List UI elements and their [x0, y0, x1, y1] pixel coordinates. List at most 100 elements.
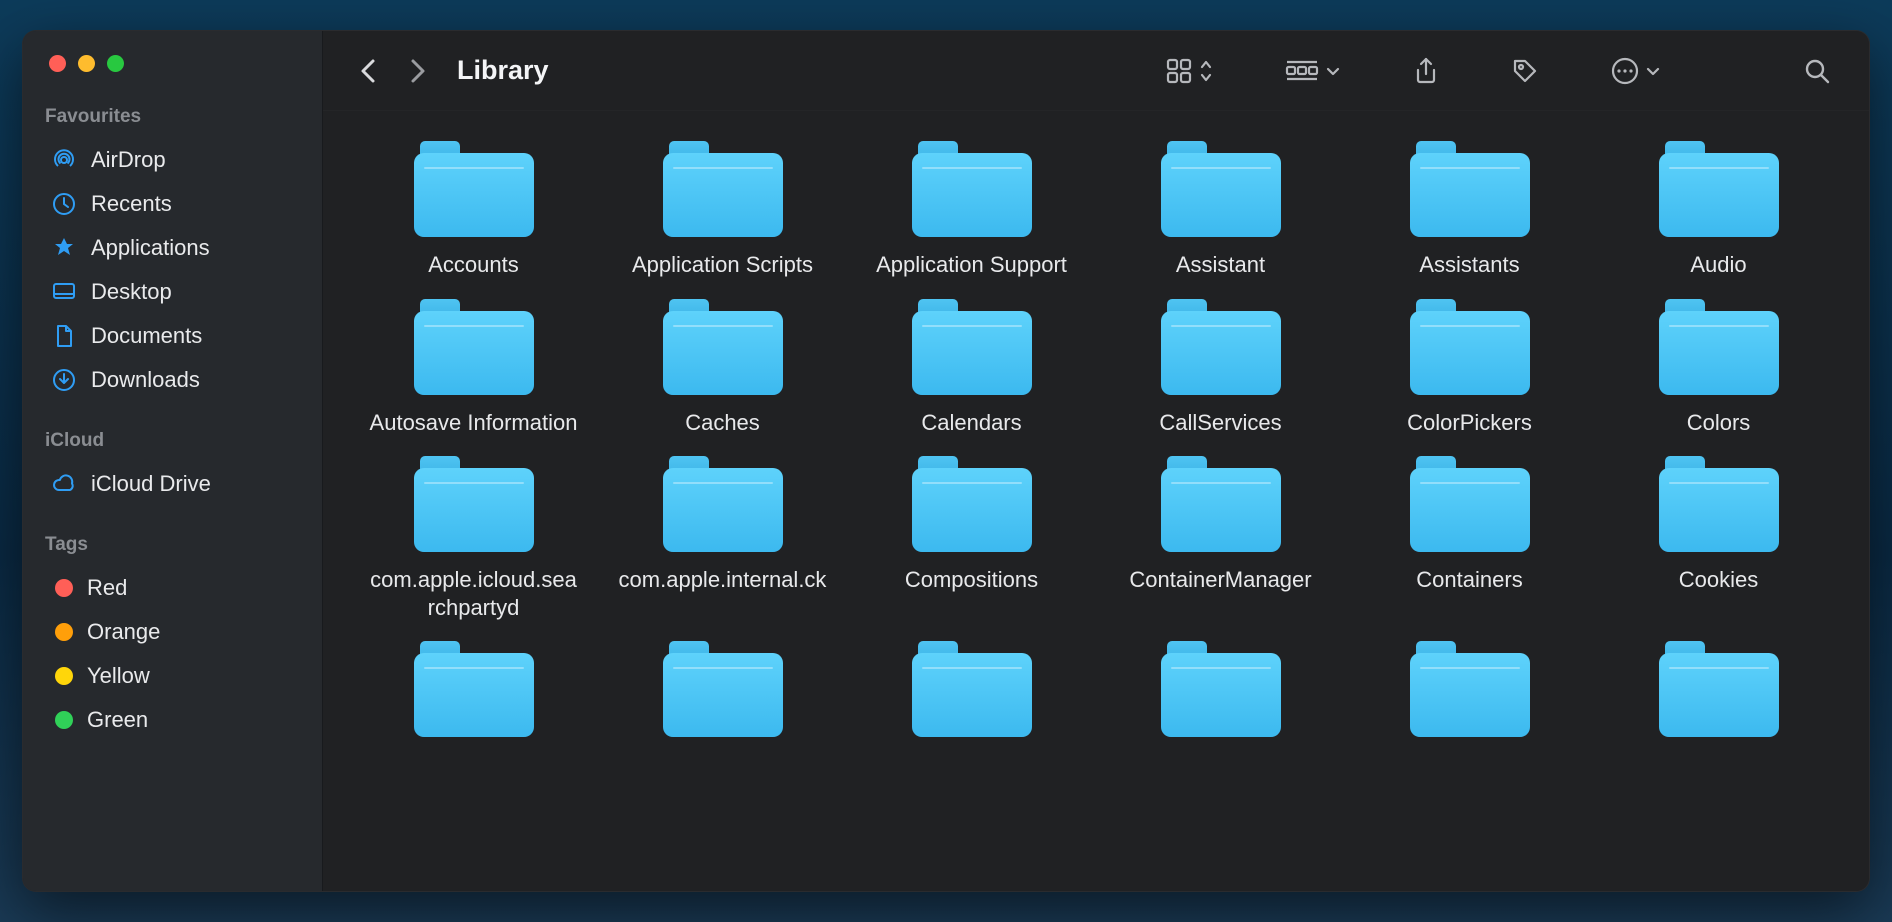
folder-item[interactable]: Application Support: [857, 141, 1086, 279]
back-button[interactable]: [351, 53, 387, 89]
recents-icon: [51, 191, 77, 217]
chevron-down-icon: [1325, 63, 1341, 79]
folder-label: Caches: [685, 409, 760, 437]
folder-item[interactable]: Caches: [608, 299, 837, 437]
finder-window: Favourites AirDrop Recents Applications Desk…: [22, 30, 1870, 892]
folder-item[interactable]: Colors: [1604, 299, 1833, 437]
folder-icon: [414, 641, 534, 737]
folder-item[interactable]: Compositions: [857, 456, 1086, 594]
folder-icon: [1659, 456, 1779, 552]
folder-icon: [414, 299, 534, 395]
folder-label: Application Scripts: [632, 251, 813, 279]
folder-icon: [912, 641, 1032, 737]
share-button[interactable]: [1403, 50, 1449, 92]
folder-label: Assistants: [1419, 251, 1519, 279]
sidebar-section: iCloudiCloud Drive: [23, 426, 322, 530]
folder-icon: [912, 456, 1032, 552]
folder-label: Audio: [1690, 251, 1746, 279]
folder-label: com.apple.internal.ck: [619, 566, 827, 594]
folder-item[interactable]: Assistant: [1106, 141, 1335, 279]
tag-icon: [1511, 57, 1539, 85]
sidebar-item-airdrop[interactable]: AirDrop: [29, 138, 316, 182]
folder-label: CallServices: [1159, 409, 1281, 437]
minimize-window-button[interactable]: [78, 55, 95, 72]
sidebar-item-desktop[interactable]: Desktop: [29, 270, 316, 314]
folder-label: Colors: [1687, 409, 1751, 437]
tag-dot-icon: [55, 579, 73, 597]
folder-icon: [414, 456, 534, 552]
folder-icon: [663, 141, 783, 237]
folder-item[interactable]: ColorPickers: [1355, 299, 1584, 437]
folder-item[interactable]: Calendars: [857, 299, 1086, 437]
sidebar-item-orange[interactable]: Orange: [29, 610, 316, 654]
folder-item[interactable]: com.apple.icloud.searchpartyd: [359, 456, 588, 621]
folder-icon: [414, 141, 534, 237]
view-mode-button[interactable]: [1155, 51, 1223, 91]
folder-icon: [1410, 641, 1530, 737]
chevron-down-icon: [1645, 63, 1661, 79]
folder-label: Containers: [1416, 566, 1522, 594]
folder-item[interactable]: Audio: [1604, 141, 1833, 279]
sidebar-item-label: Downloads: [91, 367, 200, 393]
folder-icon: [912, 141, 1032, 237]
folder-item[interactable]: [857, 641, 1086, 751]
forward-button[interactable]: [399, 53, 435, 89]
sidebar-item-applications[interactable]: Applications: [29, 226, 316, 270]
tag-dot-icon: [55, 711, 73, 729]
folder-item[interactable]: ContainerManager: [1106, 456, 1335, 594]
sidebar-item-yellow[interactable]: Yellow: [29, 654, 316, 698]
downloads-icon: [51, 367, 77, 393]
folder-label: Compositions: [905, 566, 1038, 594]
sidebar-item-label: AirDrop: [91, 147, 166, 173]
fullscreen-window-button[interactable]: [107, 55, 124, 72]
sidebar-item-documents[interactable]: Documents: [29, 314, 316, 358]
sidebar-item-icloud-drive[interactable]: iCloud Drive: [29, 462, 316, 506]
folder-item[interactable]: Autosave Information: [359, 299, 588, 437]
sidebar-item-green[interactable]: Green: [29, 698, 316, 742]
search-icon: [1803, 57, 1831, 85]
folder-label: Cookies: [1679, 566, 1758, 594]
group-by-button[interactable]: [1275, 52, 1351, 90]
folder-icon: [1410, 141, 1530, 237]
folder-icon: [1161, 141, 1281, 237]
main-pane: Library: [323, 31, 1869, 891]
folder-item[interactable]: [1106, 641, 1335, 751]
folder-item[interactable]: Assistants: [1355, 141, 1584, 279]
folder-item[interactable]: Accounts: [359, 141, 588, 279]
tags-button[interactable]: [1501, 51, 1549, 91]
sidebar-item-label: Applications: [91, 235, 210, 261]
folder-item[interactable]: com.apple.internal.ck: [608, 456, 837, 594]
folder-label: Accounts: [428, 251, 519, 279]
folder-item[interactable]: CallServices: [1106, 299, 1335, 437]
share-icon: [1413, 56, 1439, 86]
sidebar-item-label: Recents: [91, 191, 172, 217]
close-window-button[interactable]: [49, 55, 66, 72]
sidebar-item-recents[interactable]: Recents: [29, 182, 316, 226]
window-title: Library: [457, 55, 549, 86]
group-icon: [1285, 58, 1319, 84]
sidebar-item-red[interactable]: Red: [29, 566, 316, 610]
sidebar-heading: Favourites: [23, 102, 322, 138]
folder-item[interactable]: [1355, 641, 1584, 751]
folder-item[interactable]: Cookies: [1604, 456, 1833, 594]
folder-icon: [1410, 456, 1530, 552]
folder-icon: [663, 641, 783, 737]
sidebar-item-downloads[interactable]: Downloads: [29, 358, 316, 402]
folder-item[interactable]: [359, 641, 588, 751]
folder-label: com.apple.icloud.searchpartyd: [369, 566, 579, 621]
folder-item[interactable]: Containers: [1355, 456, 1584, 594]
cloud-icon: [51, 471, 77, 497]
action-menu-button[interactable]: [1601, 51, 1671, 91]
folder-icon: [663, 456, 783, 552]
sidebar-section: TagsRedOrangeYellowGreen: [23, 530, 322, 766]
folder-item[interactable]: [1604, 641, 1833, 751]
folder-label: Assistant: [1176, 251, 1265, 279]
folder-item[interactable]: Application Scripts: [608, 141, 837, 279]
folder-label: Application Support: [876, 251, 1067, 279]
folder-icon: [1161, 456, 1281, 552]
folder-icon: [1659, 299, 1779, 395]
folder-item[interactable]: [608, 641, 837, 751]
folder-icon: [1659, 641, 1779, 737]
folder-icon: [663, 299, 783, 395]
search-button[interactable]: [1793, 51, 1841, 91]
